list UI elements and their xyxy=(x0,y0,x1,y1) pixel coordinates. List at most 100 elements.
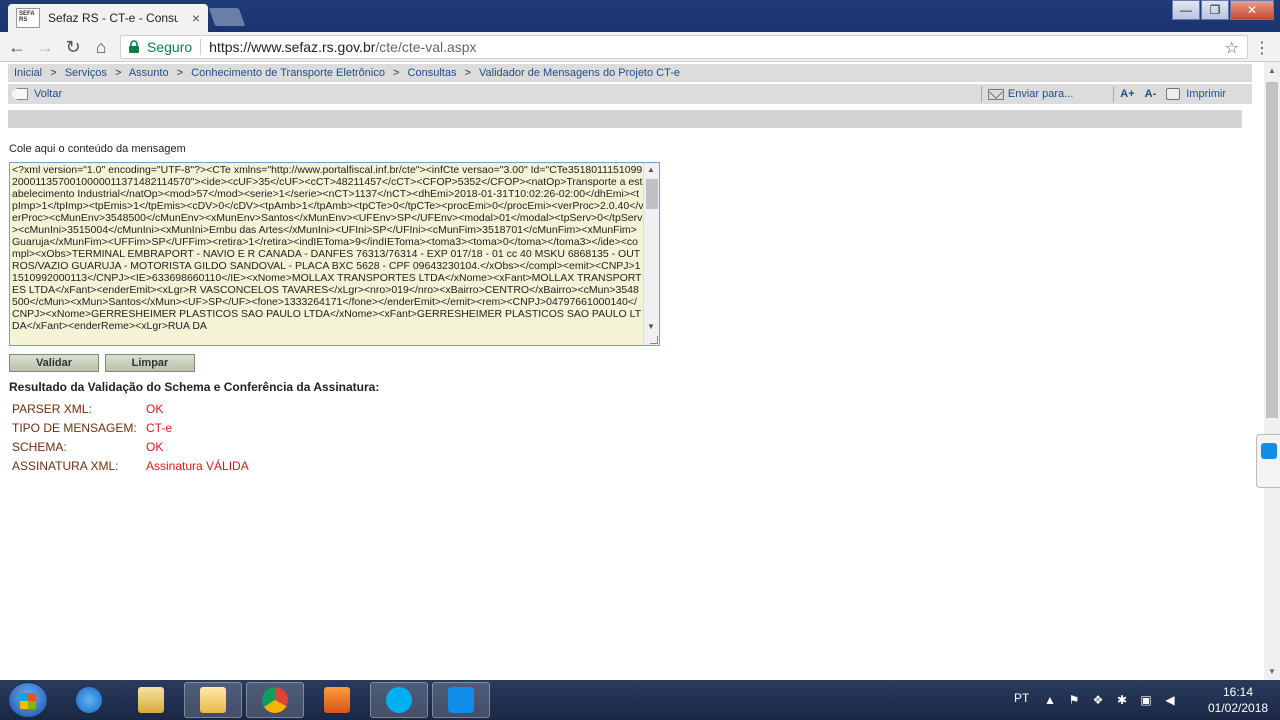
new-tab-button[interactable] xyxy=(208,8,246,26)
breadcrumb-item-consultas[interactable]: Consultas xyxy=(408,67,457,79)
url-path: /cte/cte-val.aspx xyxy=(375,39,477,55)
send-to-label: Enviar para... xyxy=(1007,88,1074,100)
internet-explorer-icon xyxy=(76,687,102,713)
back-arrow-icon xyxy=(10,88,28,100)
home-icon[interactable]: ⌂ xyxy=(90,36,112,58)
forward-arrow-icon[interactable]: → xyxy=(34,36,56,58)
network-icon[interactable]: ▣ xyxy=(1138,692,1154,708)
scroll-down-icon[interactable]: ▼ xyxy=(1268,667,1276,676)
media-player-icon xyxy=(324,687,350,713)
action-divider xyxy=(980,86,982,102)
scroll-thumb[interactable] xyxy=(646,179,658,209)
result-value: Assinatura VÁLIDA xyxy=(146,459,249,473)
app-tray-icon[interactable]: ✱ xyxy=(1114,692,1130,708)
scroll-down-icon[interactable]: ▼ xyxy=(647,322,655,331)
skype-icon xyxy=(386,687,412,713)
breadcrumb-separator: > xyxy=(393,67,400,79)
message-textarea[interactable]: <?xml version="1.0" encoding="UTF-8"?><C… xyxy=(9,162,660,346)
message-content[interactable]: <?xml version="1.0" encoding="UTF-8"?><C… xyxy=(12,164,644,344)
dropbox-icon[interactable]: ❖ xyxy=(1090,692,1106,708)
scroll-up-icon[interactable]: ▲ xyxy=(647,165,655,174)
taskbar-explorer[interactable] xyxy=(122,682,180,718)
scroll-up-icon[interactable]: ▲ xyxy=(1268,66,1276,75)
browser-tab[interactable]: SEFA RS Sefaz RS - CT-e - Consult × xyxy=(8,4,208,32)
clock[interactable]: 16:14 01/02/2018 xyxy=(1208,684,1268,716)
result-value: OK xyxy=(146,440,164,454)
minimize-button[interactable]: — xyxy=(1172,0,1200,20)
tab-title: Sefaz RS - CT-e - Consult xyxy=(48,11,178,25)
clock-date: 01/02/2018 xyxy=(1208,701,1269,715)
clear-button[interactable]: Limpar xyxy=(105,354,195,372)
browser-menu-icon[interactable]: ⋮ xyxy=(1254,38,1270,58)
chrome-icon xyxy=(262,687,288,713)
breadcrumb-separator: > xyxy=(464,67,471,79)
windows-logo-icon xyxy=(20,693,36,709)
clock-time: 16:14 xyxy=(1222,685,1254,699)
page-scroll-thumb[interactable] xyxy=(1266,82,1278,418)
teamviewer-side-widget[interactable] xyxy=(1256,434,1280,488)
textarea-scrollbar[interactable]: ▲ ▼ xyxy=(643,163,659,345)
action-center-flag-icon[interactable]: ⚑ xyxy=(1066,692,1082,708)
sefaz-favicon-icon: SEFA RS xyxy=(16,8,40,28)
result-label: SCHEMA: xyxy=(12,440,67,454)
result-row: PARSER XML: OK xyxy=(12,402,249,421)
taskbar-outlook[interactable] xyxy=(184,682,242,718)
breadcrumb-item-inicial[interactable]: Inicial xyxy=(14,67,42,79)
action-bar: Voltar Enviar para... A+ A- Imprimir xyxy=(8,84,1252,104)
result-row: TIPO DE MENSAGEM: CT-e xyxy=(12,421,249,440)
taskbar-skype[interactable] xyxy=(370,682,428,718)
lock-icon xyxy=(129,40,139,53)
close-window-button[interactable]: ✕ xyxy=(1230,0,1274,20)
start-button[interactable] xyxy=(8,682,48,718)
folder-icon xyxy=(138,687,164,713)
address-divider xyxy=(200,39,202,55)
printer-icon xyxy=(1166,88,1181,100)
result-table: PARSER XML: OK TIPO DE MENSAGEM: CT-e SC… xyxy=(12,402,249,478)
tray-icons: ▲ ⚑ ❖ ✱ ▣ ◀ xyxy=(1042,692,1186,708)
result-label: ASSINATURA XML: xyxy=(12,459,119,473)
url-text[interactable]: https://www.sefaz.rs.gov.br/cte/cte-val.… xyxy=(209,39,476,55)
tab-close-icon[interactable]: × xyxy=(192,10,200,26)
result-label: TIPO DE MENSAGEM: xyxy=(12,421,137,435)
result-label: PARSER XML: xyxy=(12,402,92,416)
address-bar[interactable]: Seguro https://www.sefaz.rs.gov.br/cte/c… xyxy=(120,35,1248,59)
send-to-link[interactable]: Enviar para... xyxy=(980,84,1074,104)
print-link[interactable]: Imprimir xyxy=(1166,84,1226,104)
language-indicator[interactable]: PT xyxy=(1014,691,1029,705)
taskbar-ie[interactable] xyxy=(60,682,118,718)
volume-icon[interactable]: ◀ xyxy=(1162,692,1178,708)
page-content: Inicial > Serviços > Assunto > Conhecime… xyxy=(0,62,1264,680)
mail-icon xyxy=(987,88,1004,100)
font-increase-button[interactable]: A+ xyxy=(1120,84,1134,104)
back-link[interactable]: Voltar xyxy=(8,84,62,104)
taskbar-chrome[interactable] xyxy=(246,682,304,718)
breadcrumb-item-assunto[interactable]: Assunto xyxy=(129,67,169,79)
browser-toolbar: ← → ↻ ⌂ Seguro https://www.sefaz.rs.gov.… xyxy=(0,32,1280,62)
breadcrumb-item-cte[interactable]: Conhecimento de Transporte Eletrônico xyxy=(191,67,385,79)
reload-icon[interactable]: ↻ xyxy=(62,36,84,58)
breadcrumb-separator: > xyxy=(114,67,122,79)
maximize-button[interactable]: ❐ xyxy=(1201,0,1229,20)
page-scrollbar[interactable]: ▲ ▼ xyxy=(1264,62,1280,680)
taskbar-media[interactable] xyxy=(308,682,366,718)
section-divider-bar xyxy=(8,110,1242,128)
breadcrumb-separator: > xyxy=(176,67,184,79)
url-host: https://www.sefaz.rs.gov.br xyxy=(209,39,376,55)
back-arrow-icon[interactable]: ← xyxy=(6,36,28,58)
result-value: OK xyxy=(146,402,164,416)
message-field-label: Cole aqui o conteúdo da mensagem xyxy=(9,143,186,155)
bookmark-star-icon[interactable]: ☆ xyxy=(1225,38,1239,58)
font-decrease-button[interactable]: A- xyxy=(1145,84,1157,104)
breadcrumb-item-servicos[interactable]: Serviços xyxy=(65,67,107,79)
result-row: ASSINATURA XML: Assinatura VÁLIDA xyxy=(12,459,249,478)
window-titlebar: SEFA RS Sefaz RS - CT-e - Consult × — ❐ … xyxy=(0,0,1280,32)
show-hidden-icons-icon[interactable]: ▲ xyxy=(1042,692,1058,708)
teamviewer-icon xyxy=(1261,443,1277,459)
breadcrumb: Inicial > Serviços > Assunto > Conhecime… xyxy=(8,64,1252,82)
taskbar-teamviewer[interactable] xyxy=(432,682,490,718)
breadcrumb-separator: > xyxy=(50,67,57,79)
resize-handle[interactable] xyxy=(650,336,658,344)
breadcrumb-item-validador[interactable]: Validador de Mensagens do Projeto CT-e xyxy=(479,67,680,79)
window-controls: — ❐ ✕ xyxy=(1171,0,1274,20)
validate-button[interactable]: Validar xyxy=(9,354,99,372)
